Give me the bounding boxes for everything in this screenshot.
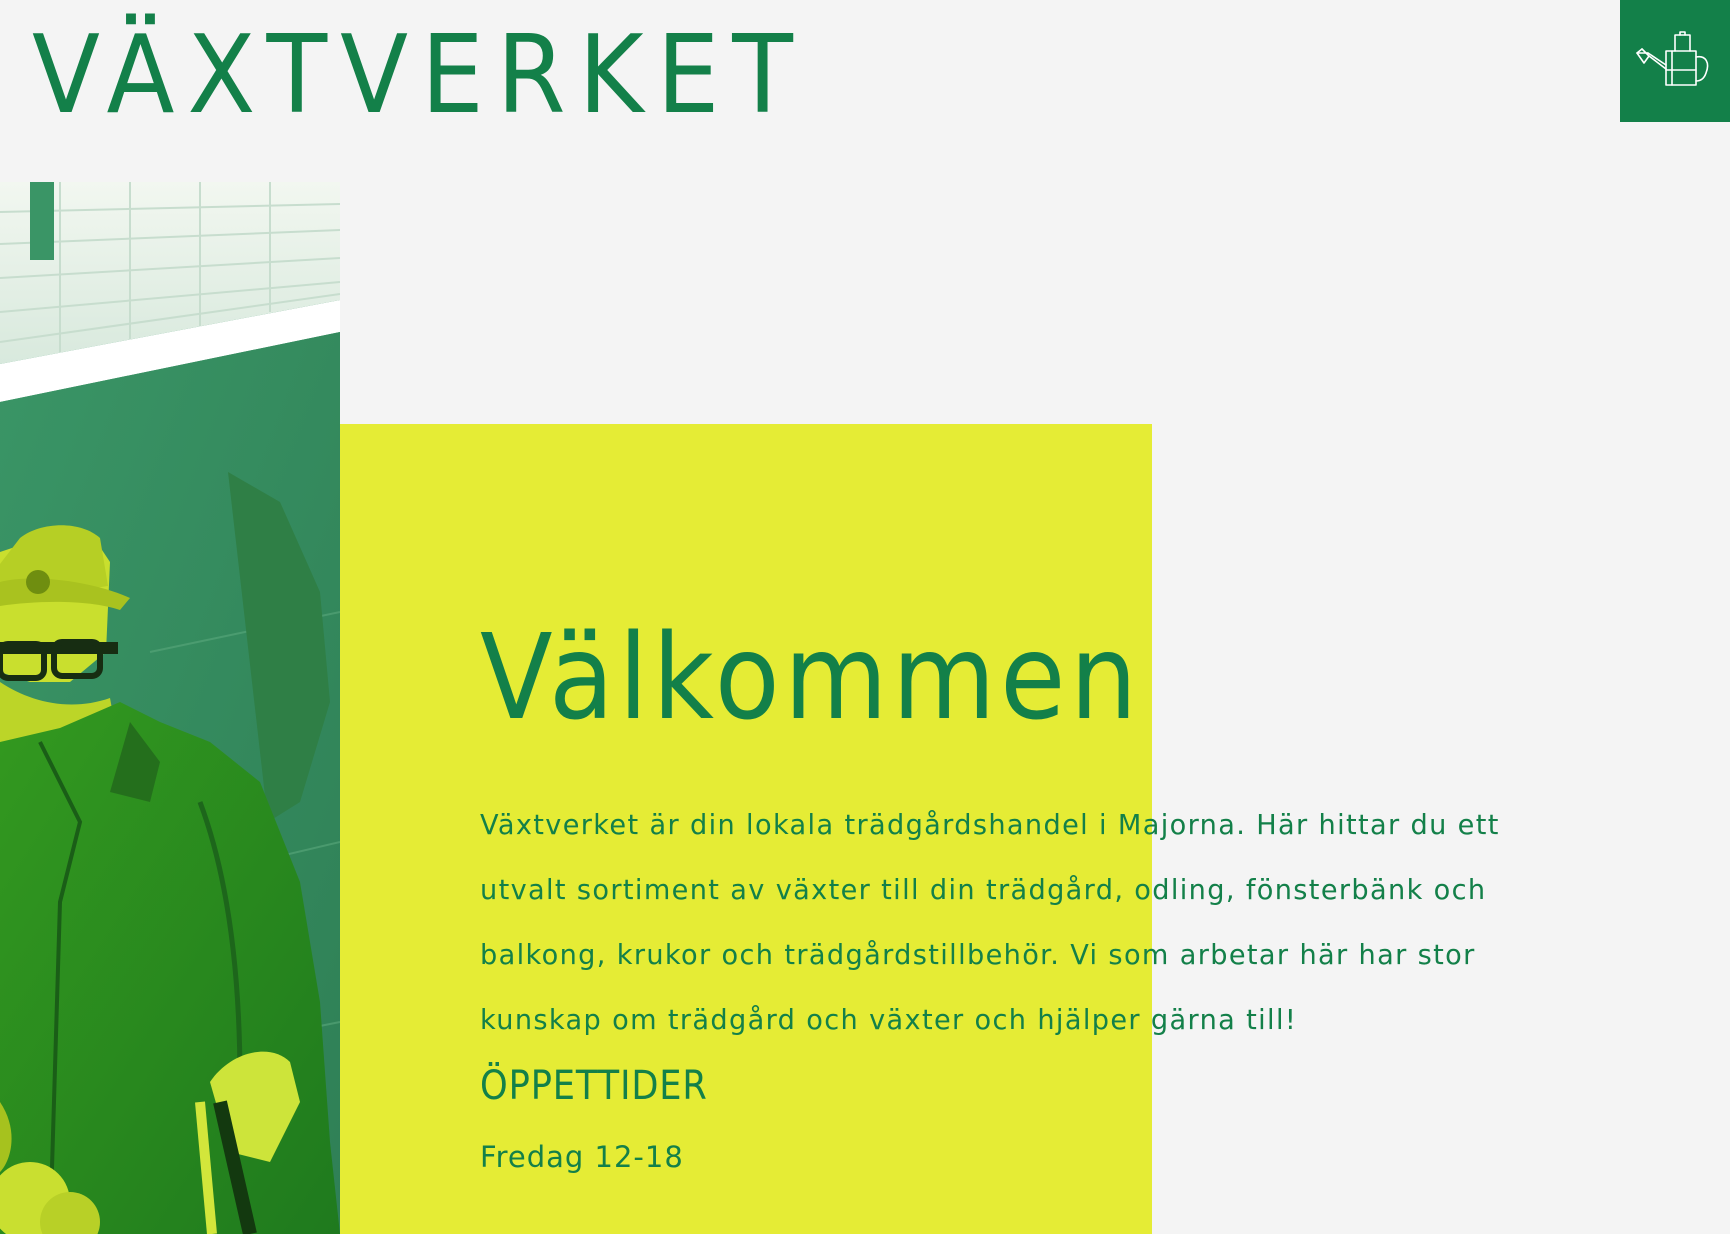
opening-hours-heading: ÖPPETTIDER — [480, 1063, 708, 1109]
site-logo[interactable]: VÄXTVERKET — [32, 22, 806, 130]
hero-photo — [0, 182, 340, 1234]
page-title: Välkommen — [480, 608, 1142, 746]
welcome-section: Välkommen Växtverket är din lokala trädg… — [480, 618, 1540, 1175]
menu-button[interactable] — [1620, 0, 1730, 122]
intro-text: Växtverket är din lokala trädgårdshandel… — [480, 808, 1500, 1036]
opening-hours-line: Fredag 12-18 — [480, 1140, 684, 1174]
watering-can-icon — [1636, 31, 1709, 86]
